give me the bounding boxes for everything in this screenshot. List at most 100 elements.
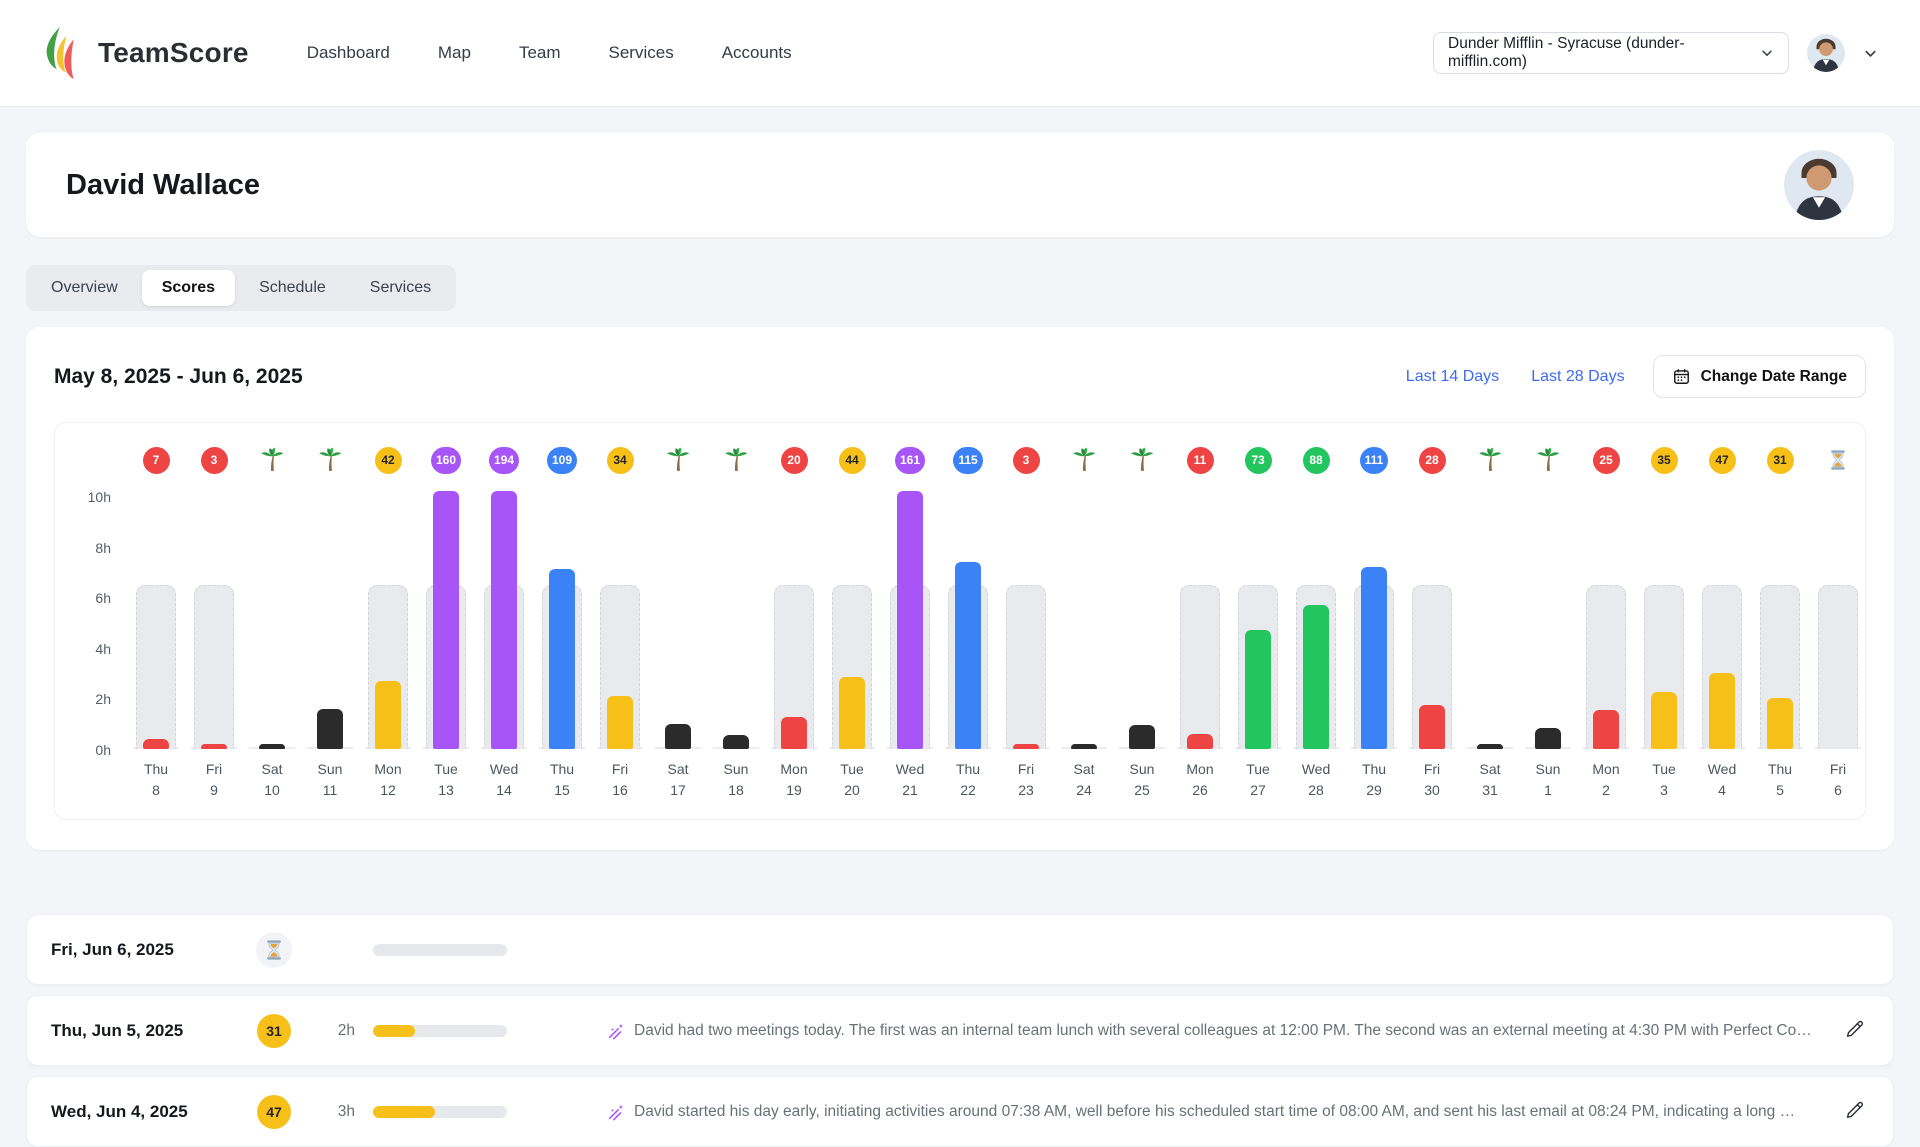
hourglass-badge — [256, 932, 292, 968]
chart-day-column: 3Fri9 — [185, 443, 243, 801]
nav-item-services[interactable]: Services — [609, 43, 674, 63]
day-plot-slot — [881, 477, 939, 749]
brand-logo[interactable]: TeamScore — [42, 26, 249, 80]
x-axis-label: Fri9 — [206, 759, 222, 801]
day-plot-slot — [1171, 477, 1229, 749]
y-axis-label: 4h — [95, 641, 111, 657]
score-badge: 47 — [1709, 447, 1736, 474]
quick-link-last-28-days[interactable]: Last 28 Days — [1531, 368, 1624, 386]
day-badge-slot: 44 — [839, 443, 866, 477]
tab-scores[interactable]: Scores — [142, 270, 235, 306]
score-badge: 161 — [895, 447, 925, 474]
x-axis-label: Tue13 — [434, 759, 458, 801]
palm-tree-icon — [259, 447, 285, 473]
score-badge: 111 — [1360, 447, 1389, 474]
progress-fill — [373, 1025, 415, 1037]
tab-overview[interactable]: Overview — [31, 270, 138, 306]
nav-item-dashboard[interactable]: Dashboard — [307, 43, 390, 63]
day-of-week-label: Fri — [1424, 759, 1440, 780]
day-of-week-label: Sat — [667, 759, 688, 780]
chart-day-column: Sun25 — [1113, 443, 1171, 801]
score-badge: 160 — [431, 447, 461, 474]
hours-bar — [723, 735, 749, 749]
day-badge-slot: 35 — [1651, 443, 1678, 477]
x-axis-label: Tue27 — [1246, 759, 1270, 801]
scores-chart-card: May 8, 2025 - Jun 6, 2025 Last 14 Days La… — [26, 327, 1894, 850]
tab-schedule[interactable]: Schedule — [239, 270, 346, 306]
progress-fill — [373, 1106, 435, 1118]
day-number-label: 18 — [724, 780, 749, 801]
day-badge-slot: 194 — [489, 443, 519, 477]
org-selector[interactable]: Dunder Mifflin - Syracuse (dunder-miffli… — [1433, 32, 1789, 74]
chart-day-column: 73 Tue27 — [1229, 443, 1287, 801]
day-plot-slot — [1751, 477, 1809, 749]
day-of-week-label: Tue — [434, 759, 458, 780]
day-of-week-label: Sun — [1130, 759, 1155, 780]
day-plot-slot — [243, 477, 301, 749]
row-badge-slot — [251, 932, 297, 968]
day-badge-slot — [317, 443, 343, 477]
palm-tree-icon — [1477, 447, 1503, 473]
day-number-label: 22 — [956, 780, 980, 801]
day-plot-slot — [1287, 477, 1345, 749]
daily-score-row[interactable]: Fri, Jun 6, 2025 — [26, 914, 1894, 985]
x-axis-label: Fri6 — [1830, 759, 1846, 801]
day-badge-slot — [1535, 443, 1561, 477]
day-badge-slot: 73 — [1245, 443, 1272, 477]
day-badge-slot: 161 — [895, 443, 925, 477]
day-badge-slot: 28 — [1419, 443, 1446, 477]
score-badge: 109 — [547, 447, 577, 474]
day-number-label: 2 — [1592, 780, 1619, 801]
scheduled-hours-bar — [136, 585, 176, 749]
day-of-week-label: Thu — [1768, 759, 1792, 780]
quick-link-last-14-days[interactable]: Last 14 Days — [1406, 368, 1499, 386]
day-number-label: 11 — [318, 780, 343, 801]
day-plot-slot — [1693, 477, 1751, 749]
x-axis-label: Fri23 — [1018, 759, 1034, 801]
day-of-week-label: Tue — [1246, 759, 1270, 780]
tab-services[interactable]: Services — [350, 270, 451, 306]
chart-day-column: 47 Wed4 — [1693, 443, 1751, 801]
nav-item-team[interactable]: Team — [519, 43, 561, 63]
x-axis-label: Wed4 — [1708, 759, 1737, 801]
day-badge-slot: 34 — [607, 443, 634, 477]
sparkle-icon — [607, 1022, 625, 1040]
nav-item-accounts[interactable]: Accounts — [722, 43, 792, 63]
day-number-label: 24 — [1073, 780, 1094, 801]
user-menu-chevron-icon[interactable] — [1863, 46, 1878, 61]
day-of-week-label: Wed — [490, 759, 519, 780]
day-badge-slot: 11 — [1187, 443, 1214, 477]
day-number-label: 8 — [144, 780, 168, 801]
date-range-title: May 8, 2025 - Jun 6, 2025 — [54, 365, 303, 389]
daily-score-row[interactable]: Wed, Jun 4, 2025473hDavid started his da… — [26, 1076, 1894, 1147]
scheduled-hours-bar — [194, 585, 234, 749]
ai-summary-text: David started his day early, initiating … — [634, 1103, 1795, 1121]
user-avatar[interactable] — [1807, 34, 1845, 72]
score-badge: 47 — [257, 1095, 291, 1129]
day-plot-slot — [1461, 477, 1519, 749]
day-number-label: 6 — [1830, 780, 1846, 801]
day-badge-slot — [1129, 443, 1155, 477]
day-of-week-label: Fri — [612, 759, 628, 780]
palm-tree-icon — [1071, 447, 1097, 473]
day-of-week-label: Mon — [1186, 759, 1213, 780]
edit-note-button[interactable] — [1841, 1096, 1869, 1127]
day-badge-slot: 47 — [1709, 443, 1736, 477]
daily-score-row[interactable]: Thu, Jun 5, 2025312hDavid had two meetin… — [26, 995, 1894, 1066]
change-date-range-button[interactable]: Change Date Range — [1653, 355, 1866, 398]
hours-bar — [1767, 698, 1793, 749]
chart-day-column: Sat17 — [649, 443, 707, 801]
day-plot-slot — [185, 477, 243, 749]
day-of-week-label: Thu — [144, 759, 168, 780]
edit-note-button[interactable] — [1841, 1015, 1869, 1046]
palm-tree-icon — [317, 447, 343, 473]
nav-item-map[interactable]: Map — [438, 43, 471, 63]
day-badge-slot — [1827, 443, 1849, 477]
day-plot-slot — [301, 477, 359, 749]
day-badge-slot: 111 — [1360, 443, 1389, 477]
row-badge-slot: 31 — [251, 1014, 297, 1048]
chart-day-column: 115Thu22 — [939, 443, 997, 801]
score-badge: 31 — [1767, 447, 1794, 474]
chart-day-column: 88Wed28 — [1287, 443, 1345, 801]
x-axis-label: Thu5 — [1768, 759, 1792, 801]
